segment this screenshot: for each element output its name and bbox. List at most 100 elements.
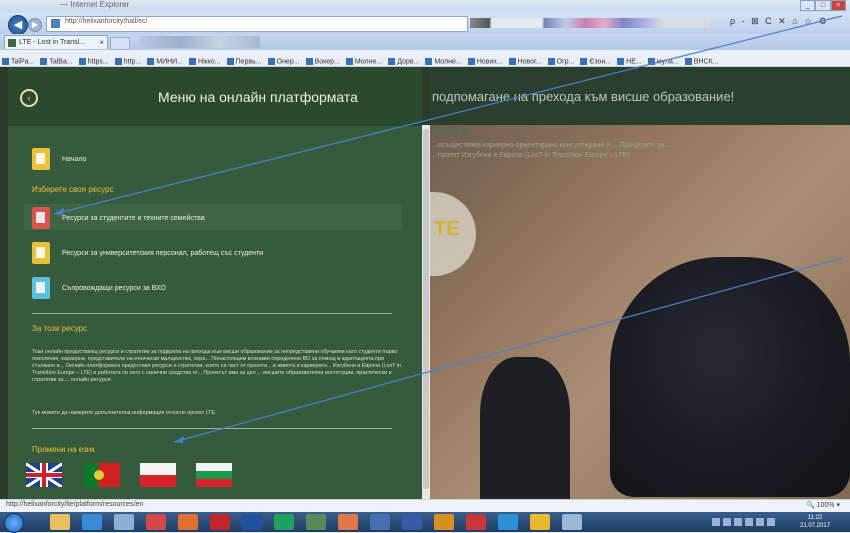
favorite-link[interactable]: Первь... — [226, 57, 262, 65]
forward-button[interactable]: ▶ — [28, 18, 42, 32]
site-header: подпомагане на прехода към висше образов… — [430, 67, 850, 125]
favorite-icon — [547, 57, 555, 65]
select-resource-heading: Изберете своя ресурс — [32, 185, 114, 194]
close-menu-icon[interactable]: ‹ — [20, 89, 38, 107]
section-divider — [32, 313, 392, 314]
favorite-icon — [226, 57, 234, 65]
taskbar-app-icon[interactable] — [178, 514, 198, 530]
favorite-link[interactable]: http... — [114, 57, 141, 65]
browser-toolbar-icons[interactable]: ρ - ⊠ C ✕ ⌂ ☆ ⚙ — [730, 16, 829, 27]
web-page: подпомагане на прехода към висше образов… — [0, 67, 850, 499]
minimize-button[interactable]: _ — [800, 0, 816, 11]
taskbar-word-icon[interactable] — [402, 514, 422, 530]
status-bar: http://helixanforcity/lte/platform/resou… — [0, 499, 850, 512]
window-titlebar: — Internet Explorer — [0, 0, 850, 12]
section-divider — [32, 428, 392, 429]
favorite-link[interactable]: HE... — [617, 57, 642, 65]
menu-item-label: Ресурси за университетския персонал, раб… — [62, 249, 264, 257]
favorite-link[interactable]: Єзон... — [580, 57, 611, 65]
favorite-icon — [305, 57, 313, 65]
favorite-link[interactable]: https... — [78, 57, 109, 65]
taskbar-clock[interactable]: 11:22 21.07.2017 — [800, 514, 830, 530]
scrollbar-thumb[interactable] — [423, 129, 429, 489]
taskbar-skype-icon[interactable] — [498, 514, 518, 530]
zoom-level[interactable]: 🔍 100% ▾ — [806, 501, 840, 509]
menu-item-home[interactable]: Начало — [32, 148, 87, 170]
favorite-link[interactable]: TalBa... — [40, 57, 73, 65]
taskbar-app-icon[interactable] — [306, 514, 326, 530]
address-url: http://helixanforcity/hall/ec/ — [65, 18, 148, 25]
favorite-link[interactable]: Нових... — [467, 57, 503, 65]
back-button[interactable]: ◀ — [8, 15, 28, 35]
home-icon — [32, 148, 50, 170]
favorite-icon — [147, 57, 155, 65]
tab-close-icon[interactable]: × — [99, 36, 104, 50]
favorite-icon — [114, 57, 122, 65]
toolbar-strip — [470, 18, 710, 28]
favorite-link[interactable]: Новог... — [508, 57, 542, 65]
favorite-icon — [425, 57, 433, 65]
site-header-title: подпомагане на прехода към висше образов… — [432, 89, 735, 104]
window-controls: _ □ × — [800, 0, 846, 11]
menu-item-staff-resources[interactable]: Ресурси за университетския персонал, раб… — [32, 242, 264, 264]
taskbar-acrobat-icon[interactable] — [210, 514, 230, 530]
taskbar-app-icon[interactable] — [466, 514, 486, 530]
menu-item-students-resources[interactable]: Ресурси за студентите и техните семейств… — [32, 207, 205, 229]
favorite-link[interactable]: МИНИ... — [147, 57, 183, 65]
favorite-link[interactable]: ВНСК... — [684, 57, 718, 65]
page-icon — [51, 19, 60, 28]
favorite-icon — [267, 57, 275, 65]
photo-overlay — [430, 125, 850, 499]
favorite-icon — [580, 57, 588, 65]
favorite-link[interactable]: Молне... — [425, 57, 462, 65]
taskbar-app-icon[interactable] — [242, 514, 262, 530]
favorite-link[interactable]: Нікко... — [189, 57, 221, 65]
intro-text: ...осъществява кариерно-ориентирано конс… — [432, 142, 670, 159]
favorite-link[interactable]: TalPa... — [2, 57, 34, 65]
status-url: http://helixanforcity/lte/platform/resou… — [6, 501, 144, 508]
system-tray[interactable] — [712, 518, 775, 526]
tab-title: LTE - Lost in Transl... — [19, 39, 86, 46]
window-title: — Internet Explorer — [60, 0, 130, 9]
taskbar-app-icon[interactable] — [370, 514, 390, 530]
favorite-link[interactable]: Дорв... — [388, 57, 419, 65]
tab-lte[interactable]: LTE - Lost in Transl... × — [4, 35, 108, 49]
bulgarian-flag-icon[interactable] — [196, 463, 232, 487]
panel-scrollbar[interactable] — [422, 125, 430, 499]
document-icon — [32, 277, 50, 299]
about-more-link[interactable]: Тук можете да намерите допълнителна инфо… — [32, 410, 217, 416]
menu-item-hei-resources[interactable]: Съпровождащи ресурси за ВХО — [32, 277, 166, 299]
taskbar-app-icon[interactable] — [562, 514, 582, 530]
tab-decoration — [140, 36, 260, 48]
favorite-link[interactable]: мула... — [647, 57, 679, 65]
taskbar-folder-icon[interactable] — [50, 514, 70, 530]
tab-favicon-icon — [8, 39, 16, 47]
close-window-button[interactable]: × — [830, 0, 846, 11]
polish-flag-icon[interactable] — [140, 463, 176, 487]
favorite-link[interactable]: Огр... — [547, 57, 574, 65]
taskbar-app-icon[interactable] — [114, 514, 134, 530]
favorites-bar: TalPa... TalBa... https... http... МИНИ... Ні… — [0, 50, 850, 67]
taskbar-ie-icon[interactable] — [82, 514, 102, 530]
maximize-button[interactable]: □ — [815, 0, 831, 11]
taskbar-app-icon[interactable] — [146, 514, 166, 530]
favorite-link[interactable]: Онер... — [267, 57, 300, 65]
english-flag-icon[interactable] — [26, 463, 62, 487]
menu-item-label: Начало — [62, 155, 87, 163]
favorite-icon — [40, 57, 48, 65]
language-heading: Промени на език — [32, 445, 95, 454]
favorite-icon — [388, 57, 396, 65]
taskbar-app-icon[interactable] — [530, 514, 550, 530]
favorite-link[interactable]: Молне... — [345, 57, 382, 65]
favorite-link[interactable]: Вокер... — [305, 57, 340, 65]
favorite-icon — [684, 57, 692, 65]
taskbar-app-icon[interactable] — [338, 514, 358, 530]
header-divider — [8, 125, 422, 126]
about-heading: За този ресурс — [32, 324, 88, 333]
portuguese-flag-icon[interactable] — [84, 463, 120, 487]
taskbar-app-icon[interactable] — [274, 514, 294, 530]
address-bar[interactable]: http://helixanforcity/hall/ec/ — [46, 16, 468, 32]
taskbar-app-icon[interactable] — [434, 514, 454, 530]
new-tab-button[interactable] — [110, 37, 130, 50]
start-button[interactable] — [4, 513, 24, 533]
